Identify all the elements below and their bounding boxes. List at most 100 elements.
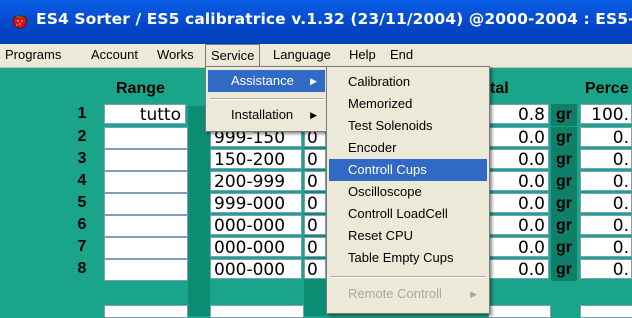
range-cell[interactable] (104, 193, 188, 215)
range-cell[interactable] (104, 237, 188, 259)
header-percent: Perce (585, 80, 629, 97)
menu-item-label: Oscilloscope (348, 184, 422, 199)
menu-service[interactable]: Service (205, 44, 261, 67)
service-menu: Assistance ▶ Installation ▶ (205, 66, 328, 132)
menu-item-test-solenoids[interactable]: Test Solenoids (329, 115, 487, 137)
menu-help[interactable]: Help (349, 44, 376, 67)
arrow-right-icon: ▶ (310, 110, 317, 120)
row-number: 4 (77, 172, 87, 189)
menu-item-reset-cpu[interactable]: Reset CPU (329, 225, 487, 247)
range-cell[interactable] (104, 215, 188, 237)
menu-language[interactable]: Language (273, 44, 331, 67)
menu-item-label: Calibration (348, 74, 411, 89)
menu-programs[interactable]: Programs (5, 44, 61, 67)
menu-bar: Programs Account Works Service Language … (0, 44, 632, 68)
unit-label: gr (551, 237, 577, 259)
count-cell: 0 (304, 215, 326, 235)
unit-label: gr (551, 171, 577, 193)
window-title: ES4 Sorter / ES5 calibratrice v.1.32 (23… (36, 10, 632, 28)
row-number: 5 (77, 194, 87, 211)
menu-separator (210, 98, 323, 100)
range-limits-cell[interactable]: 200-999 (210, 171, 302, 191)
count-cell: 0 (304, 193, 326, 213)
row-number: 6 (77, 216, 87, 233)
unit-label: gr (551, 259, 577, 281)
range-limits-cell[interactable]: 000-000 (210, 259, 302, 279)
range-limits-cell[interactable] (210, 305, 304, 318)
menu-item-oscilloscope[interactable]: Oscilloscope (329, 181, 487, 203)
menu-item-memorized[interactable]: Memorized (329, 93, 487, 115)
percent-cell (580, 305, 632, 318)
column-divider (188, 106, 210, 316)
assistance-submenu: Calibration Memorized Test Solenoids Enc… (326, 66, 490, 314)
menu-item-label: Memorized (348, 96, 413, 111)
row-number: 2 (77, 128, 87, 145)
menu-item-label: Test Solenoids (348, 118, 433, 133)
menu-item-label: Encoder (348, 140, 397, 155)
range-limits-cell[interactable]: 999-000 (210, 193, 302, 213)
count-cell: 0 (304, 237, 326, 257)
menu-item-controll-loadcell[interactable]: Controll LoadCell (329, 203, 487, 225)
menu-item-label: Table Empty Cups (348, 250, 454, 265)
menu-item-remote-controll: Remote Controll ▶ (329, 283, 487, 305)
percent-cell: 0. (580, 259, 632, 279)
strawberry-icon (12, 14, 28, 29)
count-cell: 0 (304, 259, 326, 279)
percent-cell: 0. (580, 237, 632, 257)
row-number: 7 (77, 238, 87, 255)
menu-item-assistance[interactable]: Assistance ▶ (208, 70, 325, 92)
row-number: 1 (77, 105, 87, 122)
unit-label: gr (551, 215, 577, 237)
total-cell: 0.0 (488, 149, 549, 169)
count-cell: 0 (304, 171, 326, 191)
row-number: 3 (77, 150, 87, 167)
header-total: tal (490, 80, 509, 97)
unit-label: gr (551, 127, 577, 149)
range-limits-cell[interactable]: 000-000 (210, 215, 302, 235)
menu-item-label: Reset CPU (348, 228, 414, 243)
menu-item-calibration[interactable]: Calibration (329, 71, 487, 93)
total-cell: 0.0 (488, 237, 549, 257)
percent-cell: 0. (580, 193, 632, 213)
range-cell[interactable] (104, 127, 188, 149)
total-cell: 0.0 (488, 259, 549, 279)
percent-cell: 0. (580, 127, 632, 147)
percent-cell: 0. (580, 215, 632, 235)
menu-item-label: Controll Cups (348, 162, 427, 177)
total-cell: 0.0 (488, 215, 549, 235)
menu-item-table-empty-cups[interactable]: Table Empty Cups (329, 247, 487, 269)
range-limits-cell[interactable]: 150-200 (210, 149, 302, 169)
total-cell: 0.8 (488, 104, 549, 124)
menu-item-label: Remote Controll (348, 286, 442, 301)
unit-label: gr (551, 104, 577, 126)
menu-works[interactable]: Works (157, 44, 194, 67)
menu-account[interactable]: Account (91, 44, 138, 67)
percent-cell: 0. (580, 171, 632, 191)
range-cell[interactable] (104, 259, 188, 281)
total-cell: 0.0 (488, 193, 549, 213)
row-number: 8 (77, 260, 87, 277)
title-bar: ES4 Sorter / ES5 calibratrice v.1.32 (23… (0, 0, 632, 44)
range-cell[interactable] (104, 305, 188, 318)
total-cell: 0.0 (488, 171, 549, 191)
menu-separator (331, 276, 485, 278)
menu-end[interactable]: End (390, 44, 413, 67)
range-cell[interactable] (104, 171, 188, 193)
menu-item-encoder[interactable]: Encoder (329, 137, 487, 159)
unit-label: gr (551, 193, 577, 215)
menu-item-label: Assistance (231, 73, 294, 88)
menu-item-label: Installation (231, 107, 294, 122)
menu-item-installation[interactable]: Installation ▶ (208, 104, 325, 126)
range-cell[interactable] (104, 149, 188, 171)
range-limits-cell[interactable]: 000-000 (210, 237, 302, 257)
row-number (70, 304, 94, 316)
range-cell[interactable]: tutto (104, 104, 186, 124)
percent-cell: 100. (580, 104, 632, 124)
menu-item-label: Controll LoadCell (348, 206, 448, 221)
count-cell: 0 (304, 149, 326, 169)
total-cell (488, 305, 551, 318)
header-range: Range (116, 80, 165, 97)
unit-label: gr (551, 149, 577, 171)
menu-item-controll-cups[interactable]: Controll Cups (329, 159, 487, 181)
percent-cell: 0. (580, 149, 632, 169)
